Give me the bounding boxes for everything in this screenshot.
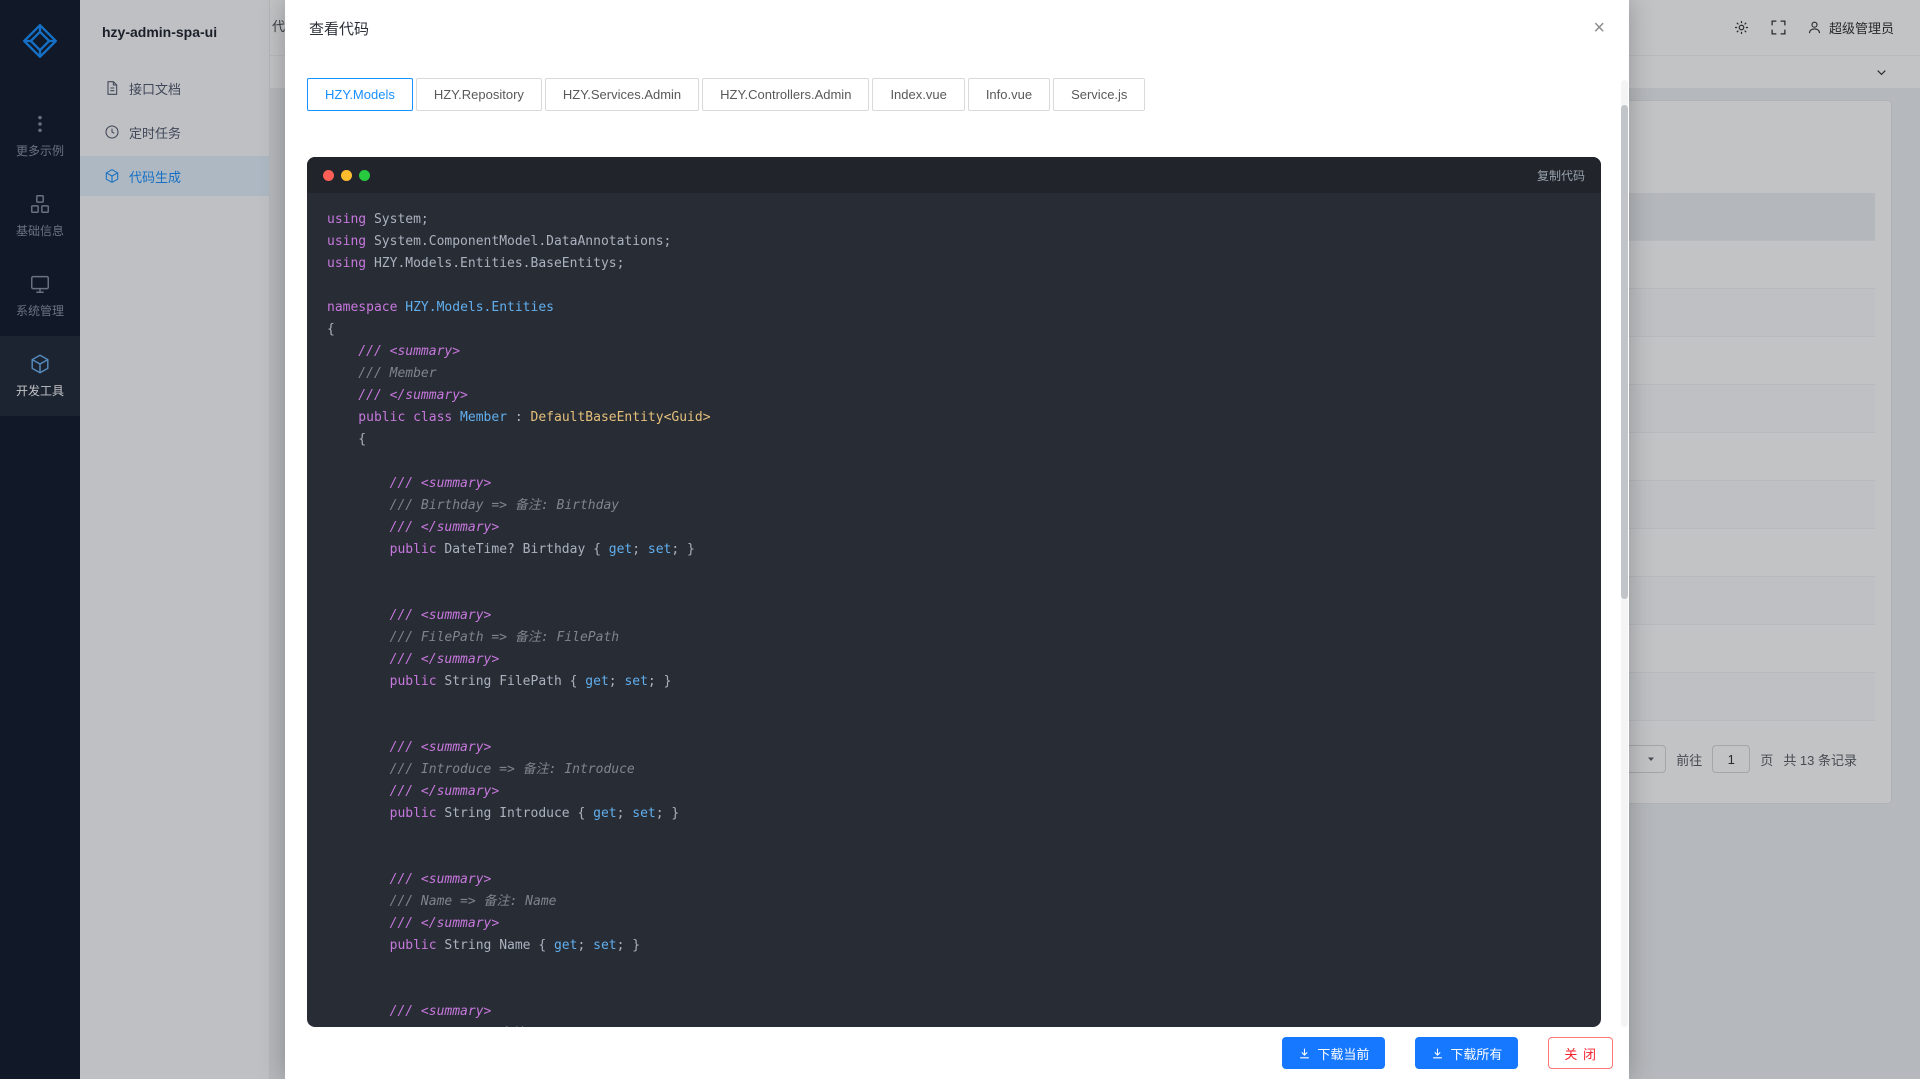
tab-index-vue[interactable]: Index.vue: [872, 78, 964, 111]
tab-hzy-repository[interactable]: HZY.Repository: [416, 78, 542, 111]
code-line: [327, 561, 1601, 583]
code-line: /// </summary>: [327, 517, 1601, 539]
modal-tabs: HZY.ModelsHZY.RepositoryHZY.Services.Adm…: [307, 78, 1607, 111]
app-root: 更多示例基础信息系统管理开发工具 hzy-admin-spa-ui 接口文档定时…: [0, 0, 1920, 1079]
modal-footer-buttons: 下载当前 下载所有 关 闭: [285, 1027, 1629, 1079]
code-line: /// FilePath => 备注: FilePath: [327, 627, 1601, 649]
code-line: /// Name => 备注: Name: [327, 891, 1601, 913]
copy-code-button[interactable]: 复制代码: [1537, 167, 1585, 184]
download-all-button[interactable]: 下载所有: [1415, 1037, 1518, 1069]
close-button-label: 关 闭: [1564, 1044, 1597, 1063]
modal-title: 查看代码: [309, 18, 369, 39]
code-line: /// </summary>: [327, 385, 1601, 407]
code-line: /// <summary>: [327, 737, 1601, 759]
code-line: /// Introduce => 备注: Introduce: [327, 759, 1601, 781]
code-line: /// <summary>: [327, 1001, 1601, 1023]
download-icon: [1431, 1047, 1444, 1060]
code-line: public class Member : DefaultBaseEntity<…: [327, 407, 1601, 429]
download-current-button[interactable]: 下载当前: [1282, 1037, 1385, 1069]
traffic-lights: [323, 170, 377, 181]
code-line: [327, 275, 1601, 297]
code-line: /// <summary>: [327, 605, 1601, 627]
code-line: [327, 715, 1601, 737]
tab-hzy-models[interactable]: HZY.Models: [307, 78, 413, 111]
close-button[interactable]: 关 闭: [1548, 1037, 1613, 1069]
code-line: using System;: [327, 209, 1601, 231]
code-line: [327, 451, 1601, 473]
modal-scrollbar-thumb[interactable]: [1621, 105, 1628, 599]
download-all-button-label: 下载所有: [1450, 1044, 1502, 1063]
code-line: [327, 825, 1601, 847]
code-line: public DateTime? Birthday { get; set; }: [327, 539, 1601, 561]
code-line: /// <summary>: [327, 473, 1601, 495]
code-line: /// </summary>: [327, 649, 1601, 671]
code-line: {: [327, 319, 1601, 341]
close-dot-icon: [323, 170, 334, 181]
code-line: /// Member: [327, 363, 1601, 385]
code-lines: using System;using System.ComponentModel…: [307, 193, 1601, 1027]
view-code-modal: 查看代码 × HZY.ModelsHZY.RepositoryHZY.Servi…: [285, 0, 1629, 1079]
code-panel-header: 复制代码: [307, 157, 1601, 193]
download-current-button-label: 下载当前: [1317, 1044, 1369, 1063]
code-line: public String FilePath { get; set; }: [327, 671, 1601, 693]
code-line: public String Introduce { get; set; }: [327, 803, 1601, 825]
tab-hzy-controllers-admin[interactable]: HZY.Controllers.Admin: [702, 78, 869, 111]
code-line: [327, 847, 1601, 869]
code-line: using HZY.Models.Entities.BaseEntitys;: [327, 253, 1601, 275]
modal-header: 查看代码 ×: [285, 0, 1629, 56]
code-line: /// <summary>: [327, 341, 1601, 363]
code-line: namespace HZY.Models.Entities: [327, 297, 1601, 319]
code-line: public String Name { get; set; }: [327, 935, 1601, 957]
code-line: [327, 979, 1601, 1001]
code-line: /// Birthday => 备注: Birthday: [327, 495, 1601, 517]
code-panel: 复制代码 using System;using System.Component…: [307, 157, 1601, 1027]
code-line: /// </summary>: [327, 913, 1601, 935]
minimize-dot-icon: [341, 170, 352, 181]
maximize-dot-icon: [359, 170, 370, 181]
code-line: /// <summary>: [327, 869, 1601, 891]
code-line: {: [327, 429, 1601, 451]
tab-hzy-services-admin[interactable]: HZY.Services.Admin: [545, 78, 699, 111]
tab-info-vue[interactable]: Info.vue: [968, 78, 1050, 111]
code-line: [327, 583, 1601, 605]
download-icon: [1298, 1047, 1311, 1060]
code-line: /// </summary>: [327, 781, 1601, 803]
code-line: using System.ComponentModel.DataAnnotati…: [327, 231, 1601, 253]
code-line: [327, 693, 1601, 715]
code-line: [327, 957, 1601, 979]
tab-service-js[interactable]: Service.js: [1053, 78, 1145, 111]
close-icon[interactable]: ×: [1593, 18, 1605, 38]
